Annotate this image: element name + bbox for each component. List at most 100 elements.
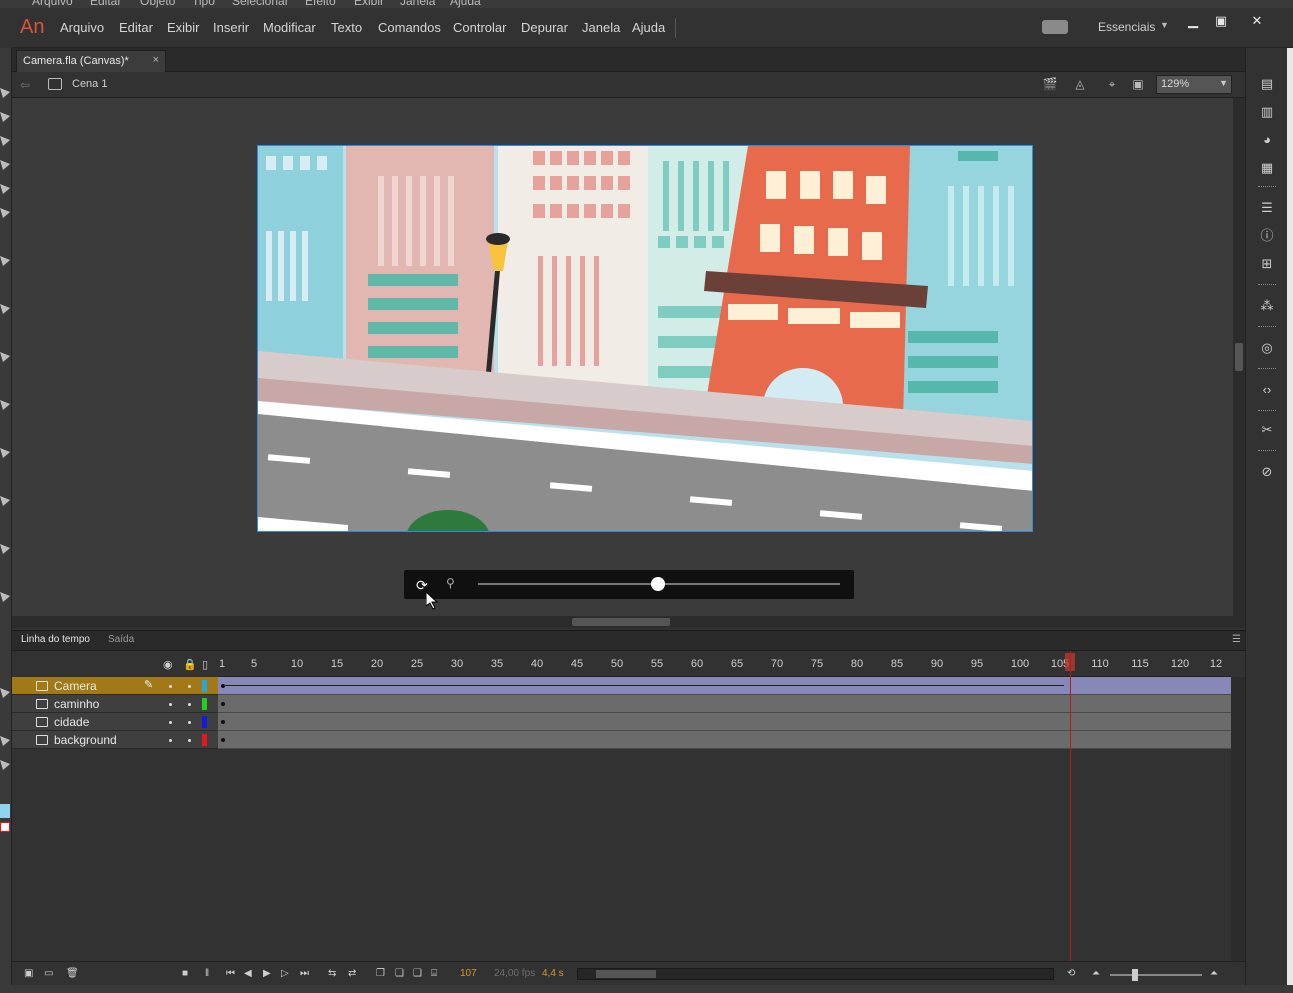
brush-tool-icon[interactable] [0, 352, 10, 362]
timeline-vertical-scrollbar[interactable] [1231, 677, 1245, 961]
back-arrow-icon[interactable]: ⇦ [20, 78, 30, 92]
lock-icon[interactable]: 🔒 [183, 658, 197, 671]
zoom-in-icon[interactable]: ⏶ [1210, 968, 1218, 979]
panel-grip[interactable] [1258, 368, 1276, 370]
camera-slider-knob[interactable] [651, 577, 665, 591]
zoom-out-icon[interactable]: ⏶ [1092, 968, 1100, 979]
elapsed-time[interactable]: 4,4 s [542, 968, 564, 979]
layer-outline-color[interactable] [202, 716, 207, 728]
minimize-button[interactable]: ▁ [1180, 12, 1206, 30]
pencil-tool-icon[interactable] [0, 304, 10, 314]
edit-symbols-icon[interactable]: ◬ [1072, 77, 1088, 91]
layer-name[interactable]: cidade [54, 715, 89, 729]
line-tool-icon[interactable] [0, 256, 10, 266]
properties-icon[interactable]: ▤ [1258, 76, 1276, 92]
pen-tool-icon[interactable] [0, 184, 10, 194]
timeline-horizontal-scrollbar[interactable] [577, 968, 1054, 980]
layer-row-background[interactable]: background [12, 731, 218, 749]
menu-janela[interactable]: Janela [582, 20, 620, 35]
components-icon[interactable]: ✂ [1258, 422, 1276, 438]
new-folder-icon[interactable]: ▭ [44, 968, 53, 979]
edit-multiple-icon[interactable]: ❑ [413, 968, 422, 979]
color-icon[interactable]: ◕ [1258, 132, 1276, 148]
keyframe[interactable] [221, 702, 225, 706]
menu-exibir[interactable]: Exibir [167, 20, 200, 35]
frames-camera[interactable] [218, 677, 1231, 695]
step-forward-icon[interactable]: ▷ [281, 968, 289, 979]
layer-outline-color[interactable] [202, 734, 207, 746]
motion-presets-icon[interactable]: ⁂ [1258, 298, 1276, 314]
chevron-down-icon[interactable]: ▼ [1160, 20, 1169, 30]
selection-tool-icon[interactable] [0, 88, 10, 98]
fill-color-swatch[interactable] [0, 822, 10, 832]
help-icon[interactable]: ⊘ [1258, 464, 1276, 480]
lasso-tool-icon[interactable] [0, 160, 10, 170]
eraser-tool-icon[interactable] [0, 544, 10, 554]
playhead[interactable] [1070, 651, 1071, 961]
document-tab[interactable]: Camera.fla (Canvas)* × [16, 50, 166, 72]
fit-frames-icon[interactable]: ⟲ [1067, 968, 1075, 979]
scroll-thumb[interactable] [1235, 343, 1243, 371]
lock-dot[interactable] [188, 685, 191, 688]
align-icon[interactable]: ☰ [1258, 200, 1276, 216]
panel-grip[interactable] [1258, 450, 1276, 452]
layer-row-cidade[interactable]: cidade [12, 713, 218, 731]
scroll-thumb[interactable] [596, 970, 656, 978]
maximize-button[interactable]: ▣ [1208, 12, 1234, 30]
menu-comandos[interactable]: Comandos [378, 20, 441, 35]
clip-content-icon[interactable]: ▣ [1130, 77, 1146, 91]
step-back-icon[interactable]: ◀︎ [244, 968, 252, 979]
layer-name[interactable]: Camera [54, 679, 97, 693]
keyframe[interactable] [221, 720, 225, 724]
play-icon[interactable]: ▶ [263, 968, 271, 979]
lock-dot[interactable] [188, 739, 191, 742]
close-tab-icon[interactable]: × [153, 54, 159, 66]
visibility-dot[interactable] [169, 703, 172, 706]
cc-libraries-icon[interactable]: ◎ [1258, 340, 1276, 356]
code-snippets-icon[interactable]: ‹› [1258, 382, 1276, 398]
subselection-tool-icon[interactable] [0, 112, 10, 122]
menu-arquivo[interactable]: Arquivo [60, 20, 104, 35]
camera-zoom-icon[interactable]: ⚲ [446, 576, 462, 591]
frames-cidade[interactable] [218, 713, 1231, 731]
visibility-dot[interactable] [169, 739, 172, 742]
scroll-thumb[interactable] [572, 618, 670, 626]
menu-depurar[interactable]: Depurar [521, 20, 568, 35]
zoom-select[interactable]: 129% ▼ [1156, 75, 1232, 94]
center-stage-icon[interactable]: ⌖ [1104, 77, 1120, 91]
new-layer-icon[interactable]: ▣ [24, 968, 33, 979]
paint-bucket-tool-icon[interactable] [0, 448, 10, 458]
current-frame[interactable]: 107 [460, 968, 477, 979]
menu-inserir[interactable]: Inserir [213, 20, 249, 35]
first-frame-icon[interactable]: ⏮ [226, 968, 235, 979]
edit-scene-icon[interactable]: 🎬 [1042, 77, 1058, 91]
eyedropper-tool-icon[interactable] [0, 496, 10, 506]
stroke-color-swatch[interactable] [0, 804, 10, 818]
tab-output[interactable]: Saída [108, 634, 134, 645]
frame-ruler[interactable]: 1 5 10 15 20 25 30 35 40 45 50 55 60 65 … [218, 651, 1231, 677]
stage-vertical-scrollbar[interactable] [1233, 98, 1245, 616]
visibility-dot[interactable] [169, 721, 172, 724]
layer-parenting-icon[interactable]: ‖ [205, 968, 209, 979]
panel-grip[interactable] [1258, 186, 1276, 188]
frame-grid[interactable] [218, 677, 1231, 749]
lock-dot[interactable] [188, 721, 191, 724]
sync-settings-icon[interactable] [1042, 20, 1068, 34]
panel-grip[interactable] [1258, 284, 1276, 286]
layer-row-camera[interactable]: Camera ✎ [12, 677, 218, 695]
transform-icon[interactable]: ⊞ [1258, 256, 1276, 272]
keyframe[interactable] [221, 738, 225, 742]
trash-icon[interactable]: 🗑 [66, 968, 79, 979]
library-icon[interactable]: ▥ [1258, 104, 1276, 120]
layer-name[interactable]: background [54, 733, 117, 747]
workspace-switcher[interactable]: Essenciais [1098, 20, 1155, 34]
frames-caminho[interactable] [218, 695, 1231, 713]
stage-canvas[interactable] [257, 145, 1033, 532]
width-tool-icon[interactable] [0, 592, 10, 602]
timeline-zoom-track[interactable] [1110, 974, 1202, 976]
last-frame-icon[interactable]: ⏭ [300, 968, 309, 979]
panel-grip[interactable] [1258, 410, 1276, 412]
eye-icon[interactable]: ◉ [163, 658, 173, 671]
loop-icon[interactable]: ⇆ [328, 968, 336, 979]
stage-horizontal-scrollbar[interactable] [12, 616, 1245, 628]
